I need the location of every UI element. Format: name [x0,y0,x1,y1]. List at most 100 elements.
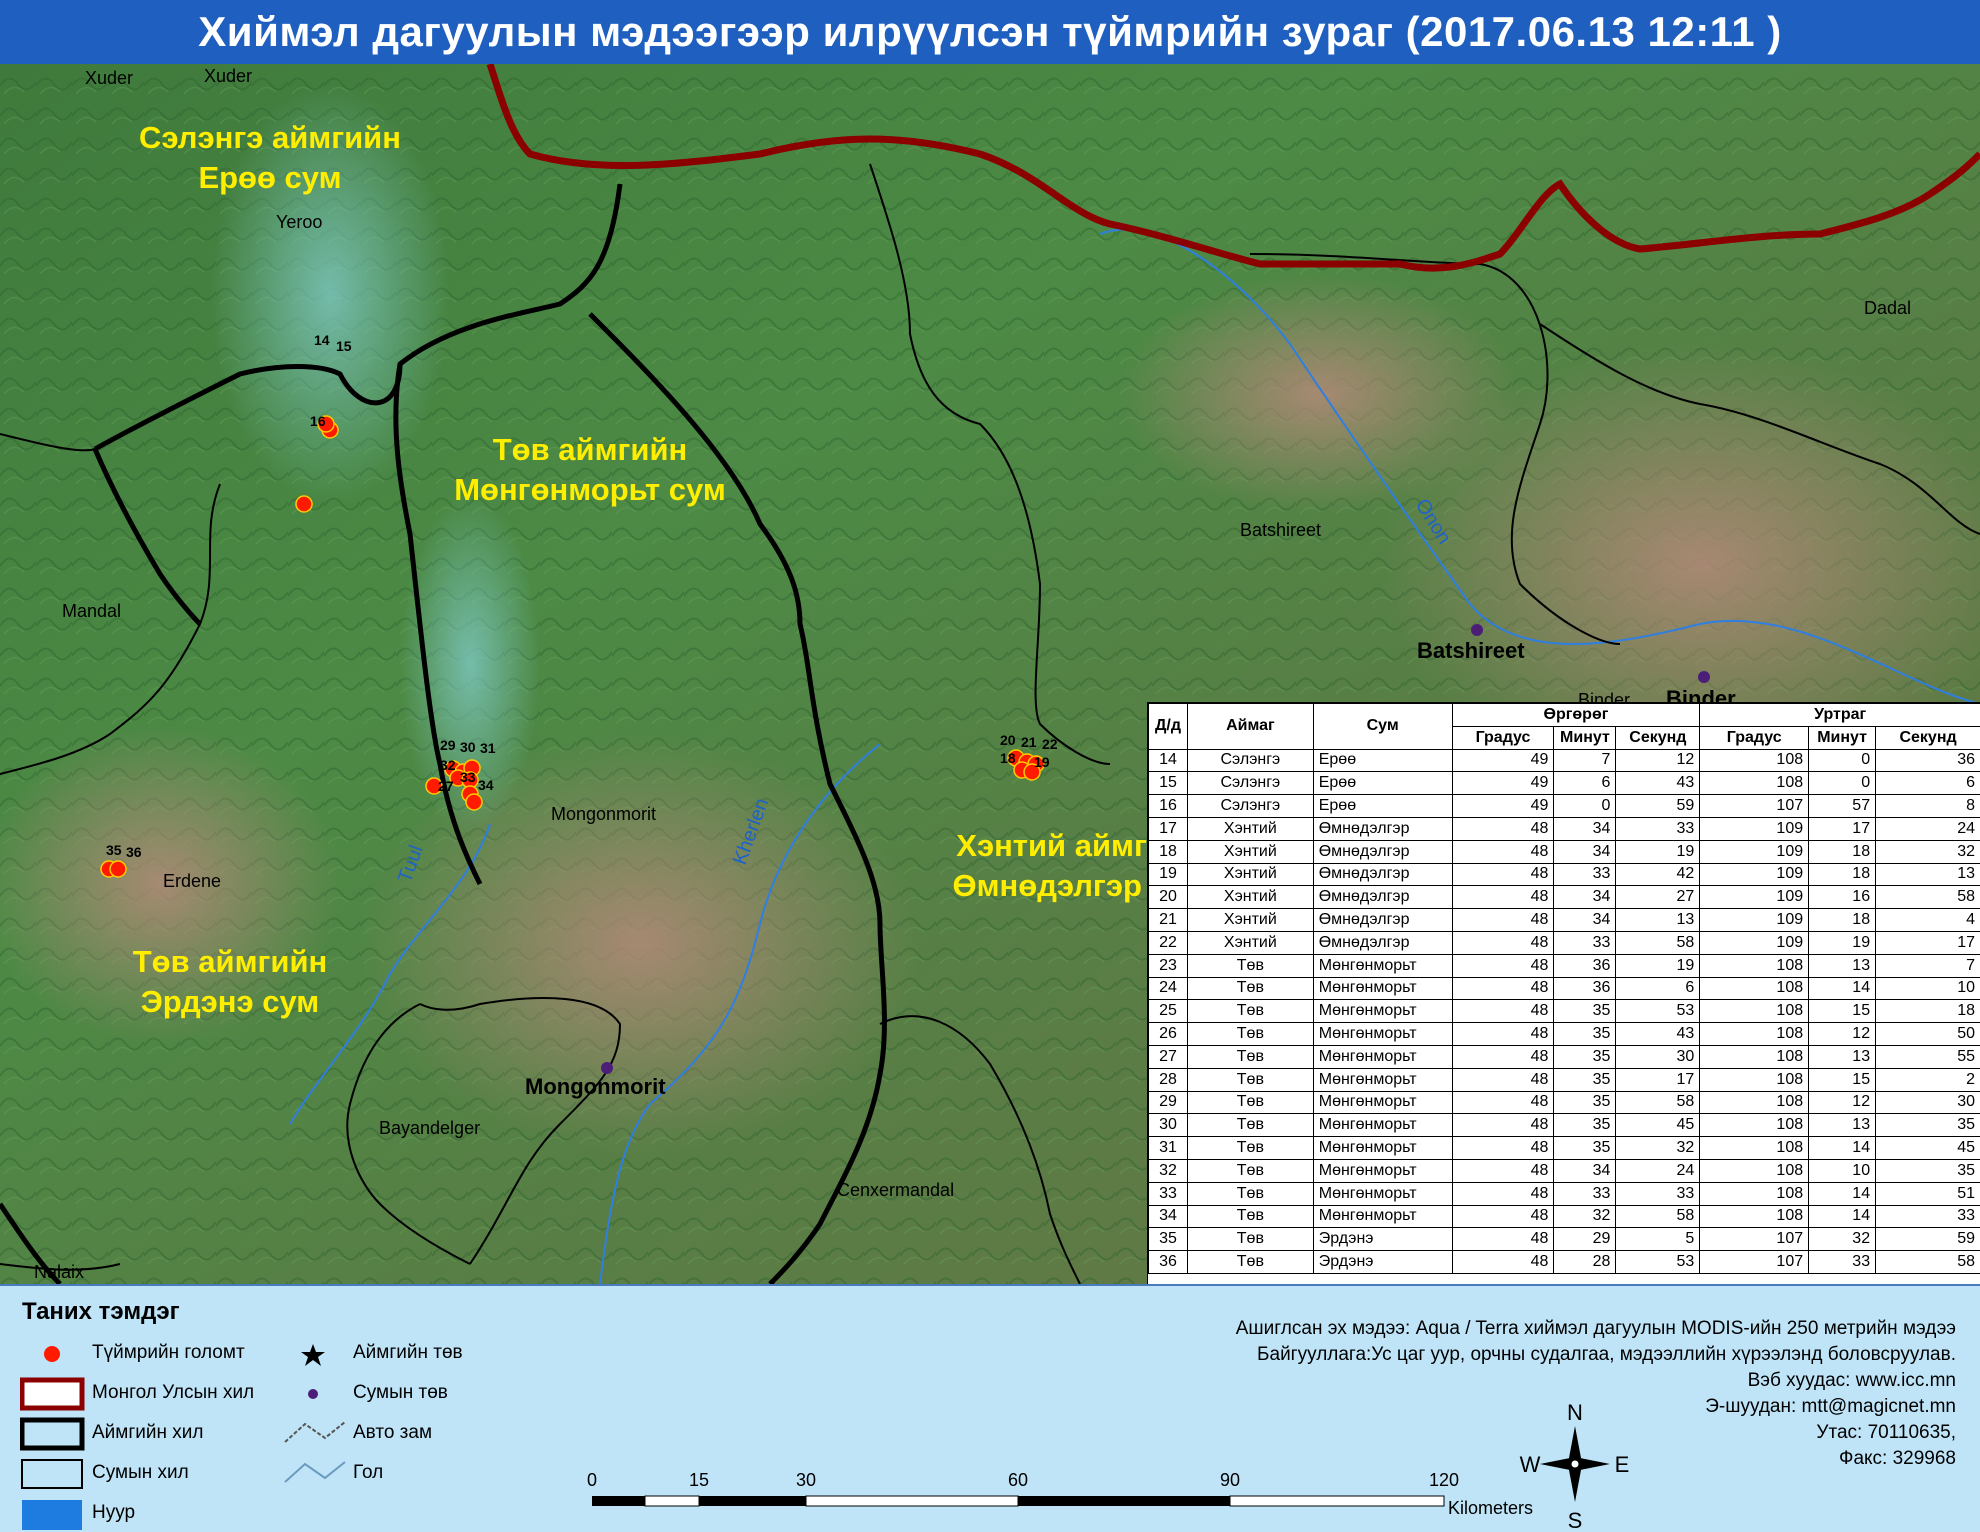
table-cell: 6 [1876,772,1980,795]
table-cell: 108 [1700,1000,1809,1023]
column-group-longitude: Уртраг [1700,704,1980,727]
table-cell: 48 [1452,1114,1554,1137]
table-cell: 108 [1700,1023,1809,1046]
fire-label: 35 [106,842,122,858]
legend-aimag-border-label: Аймгийн хил [92,1422,203,1444]
table-cell: Төв [1187,1045,1313,1068]
sum-center-marker[interactable] [1471,624,1483,636]
table-cell: 35 [1876,1159,1980,1182]
table-cell: 36 [1554,977,1616,1000]
sum-center-label: Mongonmorit [525,1074,666,1099]
table-cell: 4 [1876,909,1980,932]
info-email: Э-шуудан: mtt@magicnet.mn [1705,1396,1956,1418]
table-cell: 6 [1554,772,1616,795]
table-cell: 24 [1149,977,1188,1000]
table-cell: Хэнтий [1187,931,1313,954]
fire-point[interactable] [466,794,482,810]
table-cell: 27 [1149,1045,1188,1068]
table-cell: 109 [1700,886,1809,909]
table-cell: 18 [1809,863,1876,886]
table-cell: 58 [1876,886,1980,909]
table-cell: 13 [1809,1045,1876,1068]
table-cell: 10 [1809,1159,1876,1182]
table-cell: 43 [1616,772,1700,795]
table-cell: 48 [1452,1182,1554,1205]
table-cell: 28 [1149,1068,1188,1091]
table-cell: 33 [1616,1182,1700,1205]
place-label: Nalaix [34,1262,84,1282]
fire-label: 19 [1034,754,1050,770]
sum-border-symbol-icon [22,1460,82,1488]
table-cell: 10 [1876,977,1980,1000]
legend-country-border-label: Монгол Улсын хил [92,1382,254,1404]
table-cell: Төв [1187,1228,1313,1251]
table-cell: 36 [1149,1251,1188,1274]
compass-center-icon [1571,1460,1579,1468]
legend-lake-label: Нуур [92,1502,135,1524]
table-cell: 35 [1554,1045,1616,1068]
lake-symbol-icon [22,1500,82,1530]
table-cell: 32 [1554,1205,1616,1228]
table-cell: Төв [1187,1182,1313,1205]
compass-rose-icon [1569,1464,1581,1502]
table-cell: 48 [1452,1137,1554,1160]
fire-point[interactable] [110,861,126,877]
fire-label: 36 [126,844,142,860]
table-cell: 13 [1876,863,1980,886]
table-cell: 48 [1452,817,1554,840]
table-cell: 25 [1149,1000,1188,1023]
table-cell: 48 [1452,931,1554,954]
fire-label: 31 [480,740,496,756]
table-cell: 45 [1876,1137,1980,1160]
table-cell: 109 [1700,840,1809,863]
sum-center-marker[interactable] [601,1062,613,1074]
column-header-lat-min: Минут [1554,726,1616,749]
table-cell: 108 [1700,772,1809,795]
scale-tick-label: 90 [1220,1470,1240,1490]
sum-center-marker[interactable] [1698,671,1710,683]
fire-label: 14 [314,332,330,348]
fire-coordinates-table: Д/д Аймаг Сум Өргөрөг Уртраг Градус Мину… [1148,703,1980,1274]
fire-label: 30 [460,739,476,755]
table-row: 28ТөвМөнгөнморьт483517108152 [1149,1068,1980,1091]
table-row: 31ТөвМөнгөнморьт4835321081445 [1149,1137,1980,1160]
table-cell: 35 [1554,1068,1616,1091]
table-cell: 109 [1700,931,1809,954]
table-row: 30ТөвМөнгөнморьт4835451081335 [1149,1114,1980,1137]
column-header-lon-deg: Градус [1700,726,1809,749]
aimag-border-symbol-icon [22,1420,82,1448]
table-cell: 50 [1876,1023,1980,1046]
legend-sum-center-label: Сумын төв [353,1382,448,1404]
table-cell: 108 [1700,1068,1809,1091]
table-cell: 0 [1554,795,1616,818]
table-cell: 108 [1700,977,1809,1000]
table-cell: Ерөө [1313,795,1452,818]
table-cell: Хэнтий [1187,886,1313,909]
table-cell: 22 [1149,931,1188,954]
table-row: 32ТөвМөнгөнморьт4834241081035 [1149,1159,1980,1182]
table-cell: 23 [1149,954,1188,977]
table-cell: 28 [1554,1251,1616,1274]
table-cell: 53 [1616,1251,1700,1274]
table-cell: 57 [1809,795,1876,818]
table-cell: Төв [1187,1159,1313,1182]
table-cell: Төв [1187,1000,1313,1023]
table-row: 16СэлэнгэЕрөө49059107578 [1149,795,1980,818]
table-cell: 19 [1809,931,1876,954]
table-cell: 36 [1554,954,1616,977]
table-cell: 109 [1700,817,1809,840]
table-cell: 58 [1876,1251,1980,1274]
table-cell: 49 [1452,749,1554,772]
place-label: Mongonmorit [551,804,656,824]
table-cell: 108 [1700,1091,1809,1114]
info-organization: Байгууллага:Ус цаг уур, орчны судалгаа, … [1257,1344,1956,1366]
table-row: 15СэлэнгэЕрөө4964310806 [1149,772,1980,795]
table-row: 19ХэнтийӨмнөдэлгэр4833421091813 [1149,863,1980,886]
table-cell: 53 [1616,1000,1700,1023]
scale-segment [1230,1496,1444,1506]
table-row: 33ТөвМөнгөнморьт4833331081451 [1149,1182,1980,1205]
table-cell: Өмнөдэлгэр [1313,817,1452,840]
table-row: 25ТөвМөнгөнморьт4835531081518 [1149,1000,1980,1023]
fire-point[interactable] [296,496,312,512]
table-cell: Төв [1187,954,1313,977]
